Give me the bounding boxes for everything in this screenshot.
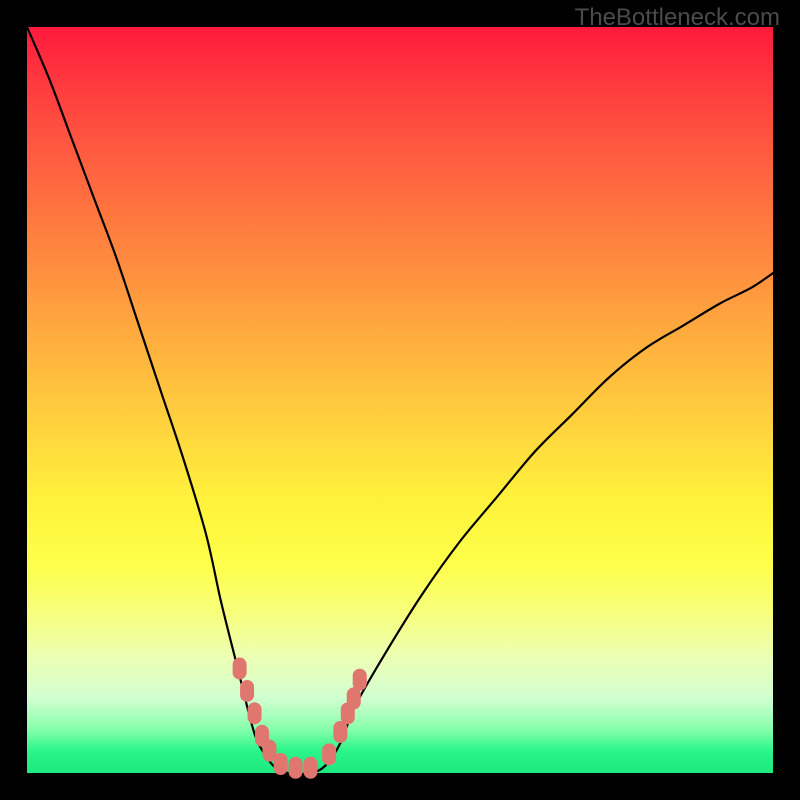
highlight-dot (274, 753, 288, 775)
bottleneck-curve (27, 27, 773, 774)
highlight-dot (322, 743, 336, 765)
highlight-dot (347, 687, 361, 709)
watermark-text: TheBottleneck.com (575, 4, 780, 32)
highlight-dot (240, 680, 254, 702)
highlight-dot (289, 757, 303, 779)
highlight-dot (248, 702, 262, 724)
curve-svg (27, 27, 773, 773)
highlight-markers (233, 658, 367, 779)
highlight-dot (233, 658, 247, 680)
highlight-dot (353, 669, 367, 691)
plot-area (27, 27, 773, 773)
highlight-dot (303, 757, 317, 779)
highlight-dot (333, 721, 347, 743)
chart-frame: TheBottleneck.com (0, 0, 800, 800)
